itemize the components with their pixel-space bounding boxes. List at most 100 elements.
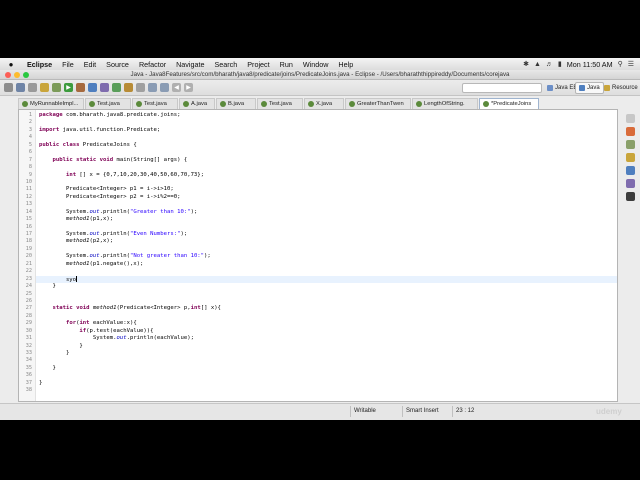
tab-test-java-3[interactable]: Test.java [257, 98, 303, 109]
code-line[interactable]: 15 method1(p1,x); [26, 216, 617, 223]
code-text[interactable]: if(p.test(eachValue)){ [39, 328, 153, 335]
tab-b-java[interactable]: B.java [216, 98, 256, 109]
tab-test-java-2[interactable]: Test.java [132, 98, 178, 109]
code-text[interactable]: System.out.println("Greater than 10:"); [39, 209, 197, 216]
code-line[interactable]: 32 } [26, 343, 617, 350]
outline-icon[interactable] [626, 140, 635, 149]
code-text[interactable]: System.out.println("Not greater than 10:… [39, 253, 211, 260]
code-line[interactable]: 19 [26, 246, 617, 253]
code-line[interactable]: 26 [26, 298, 617, 305]
tab-myrunnableimpl[interactable]: MyRunnableImpl... [18, 98, 84, 109]
save-icon[interactable] [16, 83, 25, 92]
code-line[interactable]: 38 [26, 387, 617, 394]
tab-predicatejoins[interactable]: *PredicateJoins [479, 98, 539, 109]
bluetooth-icon[interactable]: ✱ [523, 60, 529, 68]
code-text[interactable]: static void method1(Predicate<Integer> p… [39, 305, 220, 312]
code-line[interactable]: 24 } [26, 283, 617, 290]
code-line[interactable]: 34 [26, 357, 617, 364]
code-line[interactable]: 6 [29, 149, 617, 156]
apple-icon[interactable]: ● [0, 60, 22, 69]
code-line[interactable]: 25 [26, 291, 617, 298]
tab-greaterthantwenty[interactable]: GreaterThanTwen [345, 98, 411, 109]
menu-search[interactable]: Search [209, 60, 242, 69]
new-package-icon[interactable] [100, 83, 109, 92]
code-text[interactable]: import java.util.function.Predicate; [39, 127, 160, 134]
tab-lengthofstring[interactable]: LengthOfString. [412, 98, 478, 109]
code-text[interactable]: System.out.println(eachValue); [39, 335, 194, 342]
problems-icon[interactable] [626, 153, 635, 162]
code-line[interactable]: 1 package com.bharath.java8.predicate.joi… [29, 112, 617, 119]
tab-x-java[interactable]: X.java [304, 98, 344, 109]
code-line[interactable]: 16 [26, 224, 617, 231]
run-icon[interactable]: ▶ [64, 83, 73, 92]
code-line[interactable]: 33 } [26, 350, 617, 357]
menu-source[interactable]: Source [101, 60, 134, 69]
code-text[interactable]: public static void main(String[] args) { [39, 157, 187, 164]
volume-icon[interactable]: ♬ [546, 61, 553, 68]
code-line[interactable]: 28 [26, 313, 617, 320]
code-line[interactable]: 8 [29, 164, 617, 171]
code-text[interactable]: method1(p2,x); [39, 238, 113, 245]
minimize-window-icon[interactable] [14, 72, 20, 78]
code-line[interactable]: 31 System.out.println(eachValue); [26, 335, 617, 342]
code-line[interactable]: 9 int [] x = {0,7,10,20,30,40,50,60,70,7… [29, 172, 617, 179]
open-type-icon[interactable] [124, 83, 133, 92]
code-editor[interactable]: 1 package com.bharath.java8.predicate.joi… [18, 110, 618, 402]
menu-window[interactable]: Window [298, 60, 334, 69]
tab-a-java[interactable]: A.java [179, 98, 215, 109]
zoom-window-icon[interactable] [23, 72, 29, 78]
code-line[interactable]: 5 public class PredicateJoins { [29, 142, 617, 149]
code-text[interactable]: Predicate<Integer> p1 = i->i>10; [39, 186, 174, 193]
code-line[interactable]: 12 Predicate<Integer> p2 = i->i%2==0; [26, 194, 617, 201]
console-icon[interactable] [626, 192, 635, 201]
code-line[interactable]: 7 public static void main(String[] args)… [29, 157, 617, 164]
menu-file[interactable]: File [57, 60, 79, 69]
code-line[interactable]: 35 } [26, 365, 617, 372]
menu-project[interactable]: Project [242, 60, 274, 69]
code-line[interactable]: 37} [26, 380, 617, 387]
code-line[interactable]: 22 [26, 268, 617, 275]
code-text[interactable]: System.out.println("Even Numbers:"); [39, 231, 187, 238]
new-icon[interactable] [4, 83, 13, 92]
menu-refactor[interactable]: Refactor [134, 60, 171, 69]
code-text[interactable]: } [39, 350, 69, 357]
search-icon[interactable]: ⚲ [618, 60, 623, 68]
annotation-prev-icon[interactable] [160, 83, 169, 92]
code-line[interactable]: 36 [26, 372, 617, 379]
code-line[interactable]: 17 System.out.println("Even Numbers:"); [26, 231, 617, 238]
wifi-icon[interactable]: ▲ [534, 61, 541, 68]
code-line[interactable]: 18 method1(p2,x); [26, 238, 617, 245]
code-line[interactable]: 27 static void method1(Predicate<Integer… [26, 305, 617, 312]
code-line[interactable]: 23 syo [26, 275, 617, 284]
code-line[interactable]: 21 method1(p1.negate(),x); [26, 261, 617, 268]
code-text[interactable]: package com.bharath.java8.predicate.join… [39, 112, 180, 119]
save-all-icon[interactable] [28, 83, 37, 92]
tab-test-java-1[interactable]: Test.java [85, 98, 131, 109]
menu-clock[interactable]: Mon 11:50 AM [567, 60, 613, 69]
minimize-view-icon[interactable] [626, 114, 635, 123]
code-text[interactable]: int [] x = {0,7,10,20,30,40,50,60,70,73}… [39, 172, 204, 179]
close-window-icon[interactable] [5, 72, 11, 78]
battery-icon[interactable]: ▮ [558, 60, 562, 68]
back-icon[interactable]: ◀ [172, 83, 181, 92]
quick-access-input[interactable] [462, 83, 542, 93]
search-toolbar-icon[interactable] [136, 83, 145, 92]
code-lines[interactable]: 1 package com.bharath.java8.predicate.joi… [26, 112, 617, 395]
code-text[interactable]: } [39, 283, 55, 290]
menu-run[interactable]: Run [275, 60, 298, 69]
code-text[interactable]: } [39, 380, 42, 387]
perspective-resource[interactable]: Resource [600, 82, 640, 94]
code-text[interactable]: method1(p1,x); [39, 216, 113, 223]
code-line[interactable]: 30 if(p.test(eachValue)){ [26, 328, 617, 335]
menu-navigate[interactable]: Navigate [171, 60, 209, 69]
new-class-icon[interactable] [112, 83, 121, 92]
code-text[interactable]: for(int eachValue:x){ [39, 320, 137, 327]
declaration-icon[interactable] [626, 179, 635, 188]
forward-icon[interactable]: ▶ [184, 83, 193, 92]
code-line[interactable]: 4 [29, 134, 617, 141]
code-line[interactable]: 11 Predicate<Integer> p1 = i->i>10; [26, 186, 617, 193]
menu-eclipse[interactable]: Eclipse [22, 60, 57, 69]
external-tools-icon[interactable] [76, 83, 85, 92]
code-text[interactable]: Predicate<Integer> p2 = i->i%2==0; [39, 194, 181, 201]
code-text[interactable]: public class PredicateJoins { [39, 142, 137, 149]
